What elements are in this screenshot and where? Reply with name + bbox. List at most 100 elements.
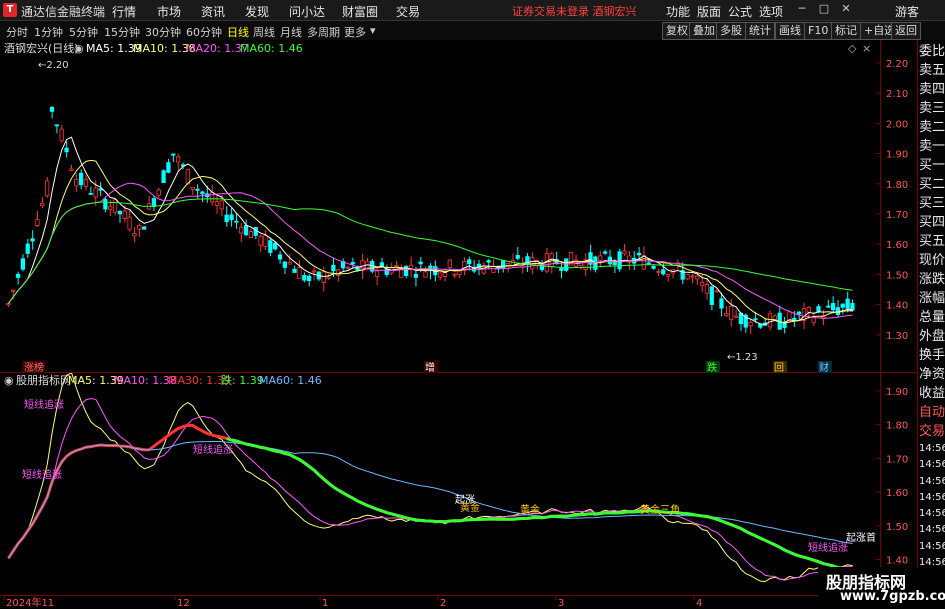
period-15min[interactable]: 15分钟 [104, 24, 140, 40]
period-1min[interactable]: 1分钟 [34, 24, 63, 40]
restore-rights-button[interactable]: 复权 [662, 22, 692, 40]
menu-discover[interactable]: 发现 [245, 3, 269, 20]
candle-body [190, 186, 195, 190]
x-tick-label: 3 [558, 598, 564, 609]
candlestick-chart[interactable]: 2.20 2.10 2.00 1.90 1.80 1.70 1.60 1.50 1.40 1.30… [0, 40, 917, 373]
quote-label[interactable]: 自动 [919, 403, 945, 422]
candle-body [74, 178, 79, 187]
candle-body [20, 258, 26, 270]
candle-body [292, 268, 297, 273]
y-tick-label: 1.70 [886, 210, 908, 221]
close-chart-icon[interactable]: × [862, 42, 871, 55]
signal-label: 短线追涨 [22, 468, 62, 481]
menu-formula[interactable]: 公式 [728, 3, 752, 20]
candle-body [612, 261, 617, 265]
maximize-icon[interactable]: □ [817, 2, 831, 16]
candle-body [137, 225, 142, 230]
signal-label: 短线追涨 [24, 398, 64, 411]
candle-body [437, 272, 443, 278]
settings-icon[interactable]: ◉ [74, 42, 84, 55]
candle-body [287, 261, 292, 265]
quote-label: 净资 [919, 367, 945, 382]
signal-label: 黄金三角 [640, 503, 680, 516]
period-multi[interactable]: 多周期 [307, 24, 340, 40]
menu-trade[interactable]: 交易 [396, 3, 420, 20]
diamond-icon[interactable]: ◇ [848, 42, 857, 55]
y-tick-label: 1.90 [886, 387, 908, 398]
candle-body [598, 255, 603, 261]
candle-body [447, 259, 452, 268]
x-tick-label: 2024年11 [6, 596, 54, 609]
menu-layout[interactable]: 版面 [697, 3, 721, 20]
overlay-button[interactable]: 叠加 [689, 22, 719, 40]
stats-button[interactable]: 统计 [745, 22, 775, 40]
login-notice[interactable]: 证券交易未登录 酒钢宏兴 [512, 3, 637, 19]
candle-body [132, 233, 137, 237]
multi-stock-button[interactable]: 多股 [716, 22, 746, 40]
mark-button[interactable]: 标记 [831, 22, 861, 40]
period-daily[interactable]: 日线 [227, 24, 249, 40]
y-tick-label: 1.60 [886, 240, 908, 251]
minimize-icon[interactable]: ─ [795, 2, 809, 16]
candle-body [850, 303, 855, 311]
f10-button[interactable]: F10 [804, 22, 833, 40]
settings-icon[interactable]: ◉ [4, 374, 14, 387]
quote-label: 总量 [919, 310, 945, 325]
marker-finance: 财 [819, 361, 829, 373]
candle-body [93, 187, 98, 198]
candle-body [64, 147, 69, 153]
period-5min[interactable]: 5分钟 [69, 24, 98, 40]
y-tick-label: 1.50 [886, 522, 908, 533]
y-tick-label: 1.70 [886, 454, 908, 465]
menu-wealth[interactable]: 财富圈 [342, 3, 378, 20]
period-30min[interactable]: 30分钟 [145, 24, 181, 40]
quote-label: 14:56 [919, 443, 945, 454]
y-tick-label: 1.40 [886, 301, 908, 312]
marker-fall: 跌 [707, 361, 717, 373]
candle-body [248, 231, 254, 238]
candle-body [413, 273, 418, 278]
x-tick-label: 12 [177, 598, 190, 609]
menu-options[interactable]: 选项 [759, 3, 783, 20]
candle-body [209, 192, 215, 203]
back-button[interactable]: 返回 [891, 22, 921, 40]
close-icon[interactable]: ✕ [839, 2, 853, 16]
period-weekly[interactable]: 周线 [253, 24, 275, 40]
menu-function[interactable]: 功能 [666, 3, 690, 20]
candle-body [195, 188, 200, 191]
candle-body [108, 205, 113, 210]
period-intraday[interactable]: 分时 [6, 24, 28, 40]
x-tick-label: 4 [696, 598, 702, 609]
ind-fall-legend: 跌: 1.39 [221, 373, 264, 387]
menu-market[interactable]: 行情 [112, 3, 136, 20]
candle-body [661, 269, 666, 275]
candle-body [452, 273, 457, 276]
candle-body [306, 275, 312, 281]
candle-body [830, 303, 836, 311]
candle-body [166, 162, 171, 173]
menu-ask[interactable]: 问小达 [289, 3, 325, 20]
candle-body [200, 191, 205, 195]
quote-label: 卖五 [919, 63, 945, 78]
candle-body [442, 272, 448, 277]
period-monthly[interactable]: 月线 [280, 24, 302, 40]
low-price-label: ←1.23 [727, 352, 758, 363]
candle-body [83, 178, 89, 187]
candle-body [384, 268, 389, 275]
indicator-chart[interactable]: 1.901.801.701.601.501.401.30 短线追涨短线追涨短线追… [0, 373, 917, 609]
candle-body [273, 242, 278, 250]
user-label[interactable]: 游客 [895, 3, 919, 20]
candle-body [30, 238, 35, 242]
candle-body [695, 275, 700, 280]
quote-label: 买五 [919, 234, 945, 249]
period-60min[interactable]: 60分钟 [186, 24, 222, 40]
candle-body [467, 259, 472, 265]
menu-news[interactable]: 资讯 [201, 3, 225, 20]
menu-markets[interactable]: 市场 [157, 3, 181, 20]
candle-body [88, 192, 93, 195]
draw-line-button[interactable]: 画线 [775, 22, 805, 40]
candle-body [724, 313, 729, 316]
quote-label[interactable]: 交易 [919, 422, 945, 441]
period-more[interactable]: 更多 [344, 24, 366, 40]
chevron-down-icon[interactable]: ▾ [370, 24, 376, 37]
